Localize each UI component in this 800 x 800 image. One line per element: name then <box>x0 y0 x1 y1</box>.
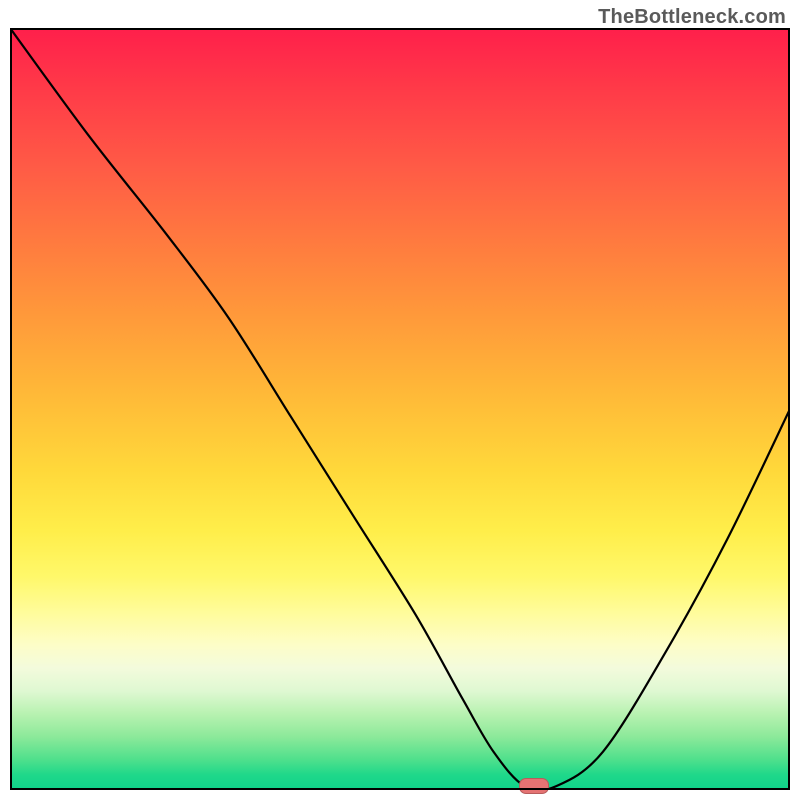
watermark-text: TheBottleneck.com <box>598 6 786 29</box>
chart-gradient-background <box>10 28 790 790</box>
chart-frame <box>10 28 790 790</box>
optimal-point-marker <box>519 778 549 794</box>
